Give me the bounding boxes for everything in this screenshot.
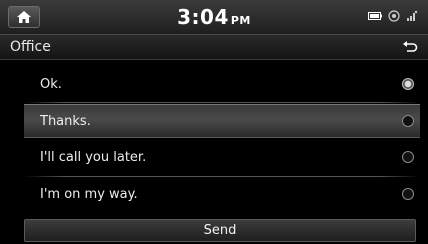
list-item-on-my-way[interactable]: I'm on my way. [24, 178, 420, 212]
status-bar: 3:04 PM [0, 0, 428, 34]
radio-checked[interactable] [402, 78, 414, 90]
list-item-thanks[interactable]: Thanks. [24, 104, 420, 138]
clock-time: 3:04 [177, 5, 229, 29]
signal-icon [388, 10, 400, 22]
clock-ampm: PM [230, 14, 251, 27]
title-bar: Office [0, 34, 428, 60]
divider [24, 176, 420, 177]
battery-icon [368, 12, 382, 20]
list-item-label: Ok. [40, 77, 62, 92]
list-item-label: I'll call you later. [40, 150, 147, 165]
radio-unchecked[interactable] [402, 115, 414, 127]
clock: 3:04 PM [0, 5, 428, 29]
list-item-label: Thanks. [40, 114, 91, 129]
network-icon [407, 10, 418, 21]
divider [24, 102, 420, 103]
back-arrow-icon [403, 41, 418, 52]
list-item-ok[interactable]: Ok. [24, 68, 420, 102]
list-item-label: I'm on my way. [40, 187, 138, 202]
status-icons [368, 10, 418, 22]
send-button[interactable]: Send [24, 219, 416, 242]
back-button[interactable] [402, 39, 418, 58]
radio-unchecked[interactable] [402, 188, 414, 200]
page-title: Office [10, 39, 51, 55]
list-item-call-later[interactable]: I'll call you later. [24, 141, 420, 175]
radio-unchecked[interactable] [402, 151, 414, 163]
